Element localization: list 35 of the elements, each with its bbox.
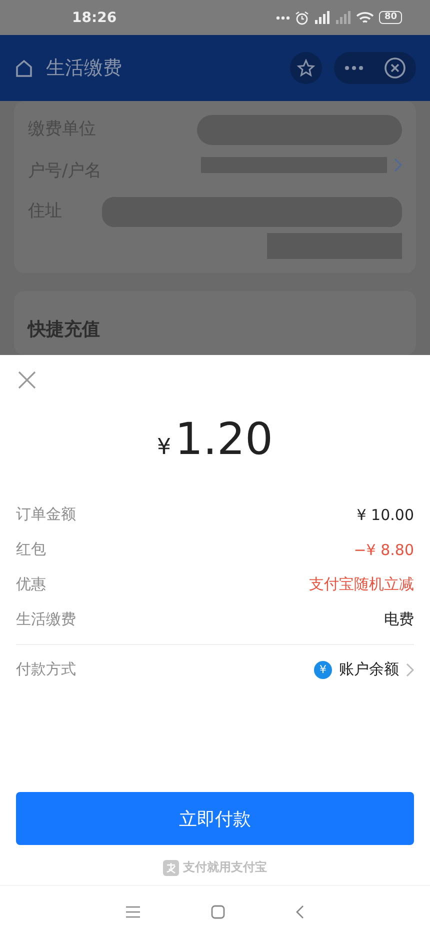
yuan-icon: ¥ xyxy=(314,660,332,678)
back-icon[interactable] xyxy=(296,904,304,918)
logo-icon xyxy=(163,860,179,876)
row-value: 电费 xyxy=(384,610,414,629)
payment-method[interactable]: 账户余额 xyxy=(339,660,399,679)
wifi-icon xyxy=(356,10,374,24)
home-icon[interactable] xyxy=(210,904,225,918)
more-icon[interactable] xyxy=(344,66,362,70)
row-label: 订单金额 xyxy=(16,505,76,524)
alarm-icon xyxy=(295,10,310,24)
footer-text: 支付就用支付宝 xyxy=(183,859,267,876)
row-value: ¥ 10.00 xyxy=(356,506,414,524)
row-value: −¥ 8.80 xyxy=(354,540,414,558)
row-label: 生活缴费 xyxy=(16,610,76,629)
pay-button[interactable]: 立即付款 xyxy=(16,792,414,845)
row-label: 优惠 xyxy=(16,575,46,594)
signal-icon xyxy=(314,11,330,24)
row-label: 付款方式 xyxy=(16,660,76,679)
clock: 18:26 xyxy=(72,10,117,26)
favorite-button[interactable] xyxy=(290,52,322,84)
currency-symbol: ¥ xyxy=(157,435,172,460)
home-icon[interactable] xyxy=(14,58,34,78)
menu-icon[interactable] xyxy=(126,906,140,918)
page-title: 生活缴费 xyxy=(46,56,123,81)
amount: 1.20 xyxy=(175,414,273,465)
star-icon xyxy=(297,59,315,77)
row-value: 支付宝随机立减 xyxy=(309,575,414,594)
battery-icon: 80 xyxy=(379,11,402,24)
chevron-icon[interactable] xyxy=(406,662,414,676)
close-icon xyxy=(17,370,37,390)
signal-icon xyxy=(335,11,352,24)
row-label: 红包 xyxy=(16,540,46,559)
close-icon[interactable] xyxy=(384,57,406,79)
section-title: 快捷充值 xyxy=(28,318,101,341)
more-icon xyxy=(276,16,290,20)
